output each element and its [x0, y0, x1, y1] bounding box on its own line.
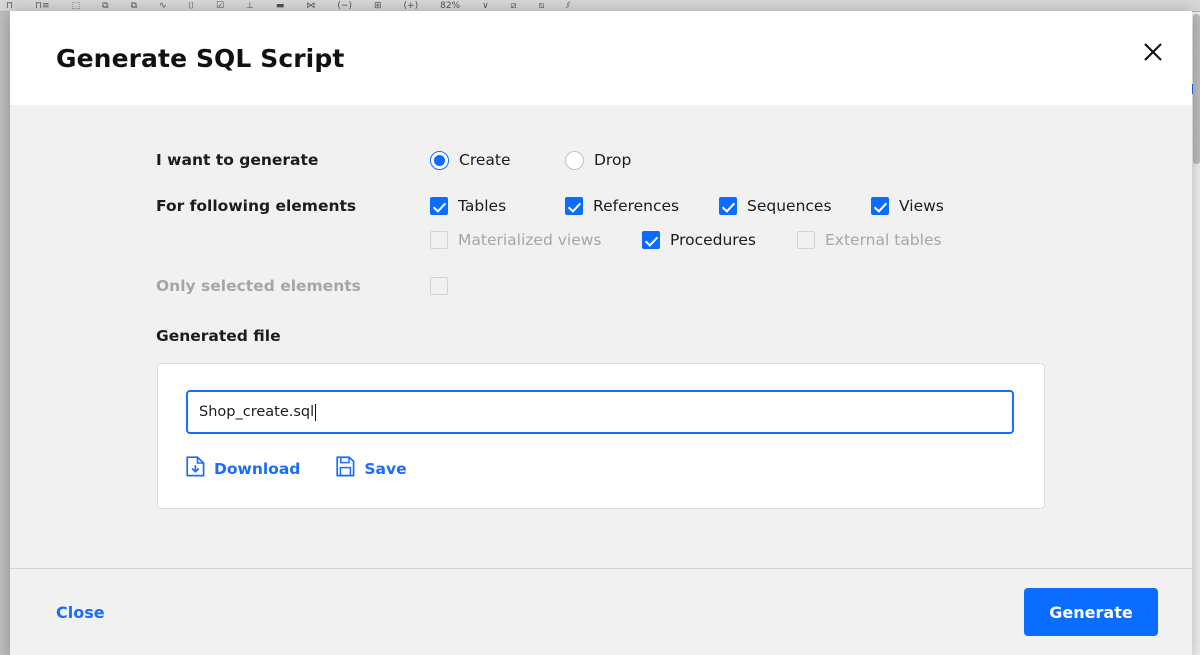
row-for-following-elements: For following elements Tables References… [10, 189, 1192, 223]
toolbar-icon-17: ⧅ [538, 1, 544, 11]
floppy-disk-save-icon [336, 456, 355, 481]
text-caret [315, 404, 316, 421]
background-vertical-scrollbar[interactable] [1193, 12, 1200, 645]
toolbar-icon-2: ⬚ [72, 1, 81, 11]
toolbar-icon-7: ☑ [216, 1, 224, 11]
checkbox-views-label: Views [899, 197, 944, 215]
checkbox-external-tables-label: External tables [825, 231, 942, 249]
scrollbar-thumb-vertical[interactable] [1193, 14, 1200, 164]
page-title: Generate SQL Script [56, 11, 344, 105]
checkbox-procedures-label: Procedures [670, 231, 756, 249]
toolbar-icon-16: ⧄ [511, 1, 517, 11]
generated-file-card: Shop_create.sql Download [157, 363, 1045, 509]
generate-sql-script-dialog: Generate SQL Script I want to generate C… [10, 11, 1192, 655]
toolbar-icon-5: ∿ [159, 1, 167, 11]
checkbox-option-external-tables: External tables [797, 231, 942, 249]
checkbox-option-only-selected [430, 277, 448, 295]
toolbar-icon-8: ⊥ [246, 1, 254, 11]
radio-drop-label: Drop [594, 151, 631, 169]
checkbox-option-sequences[interactable]: Sequences [719, 197, 871, 215]
file-actions: Download Save [186, 456, 1016, 481]
checkbox-materialized-views-label: Materialized views [458, 231, 601, 249]
dialog-footer: Close Generate [10, 569, 1192, 655]
toolbar-icon-9: ▬ [276, 1, 285, 11]
checkbox-option-tables[interactable]: Tables [430, 197, 565, 215]
checkbox-external-tables-indicator [797, 231, 815, 249]
toolbar-icon-4: ⧉ [131, 1, 137, 11]
radio-option-drop[interactable]: Drop [565, 151, 631, 170]
toolbar-icon-12: ⊞ [374, 1, 382, 11]
radio-group-generate-mode: Create Drop [430, 151, 631, 170]
save-button[interactable]: Save [336, 456, 406, 481]
toolbar-icon-10: ⋈ [306, 1, 315, 11]
label-for-following-elements: For following elements [156, 197, 430, 215]
radio-drop-indicator[interactable] [565, 151, 584, 170]
checkbox-tables-label: Tables [458, 197, 506, 215]
toolbar-zoom-level: 82% [440, 1, 460, 11]
toolbar-icon-13: (+) [404, 1, 419, 11]
checkbox-option-procedures[interactable]: Procedures [642, 231, 797, 249]
checkbox-option-views[interactable]: Views [871, 197, 944, 215]
checkbox-references-label: References [593, 197, 679, 215]
checkbox-tables-indicator[interactable] [430, 197, 448, 215]
checkbox-group-elements-line2: Materialized views Procedures External t… [430, 231, 942, 249]
row-for-following-elements-second: Materialized views Procedures External t… [10, 223, 1192, 257]
toolbar-icon-6: ⌷ [189, 1, 194, 11]
label-only-selected-elements: Only selected elements [156, 277, 430, 295]
toolbar-icon-18: ⫽ [566, 1, 570, 11]
checkbox-option-references[interactable]: References [565, 197, 719, 215]
checkbox-views-indicator[interactable] [871, 197, 889, 215]
spacer [10, 257, 1192, 269]
toolbar-icon-0: ⊓ [6, 1, 13, 11]
toolbar-icon-11: (−) [337, 1, 352, 11]
save-button-label: Save [364, 460, 406, 478]
checkbox-sequences-indicator[interactable] [719, 197, 737, 215]
close-icon[interactable] [1136, 35, 1170, 69]
checkbox-procedures-indicator[interactable] [642, 231, 660, 249]
filename-input-value: Shop_create.sql [199, 404, 314, 420]
download-file-icon [186, 456, 205, 481]
row-only-selected-elements: Only selected elements [10, 269, 1192, 303]
checkbox-only-selected-indicator [430, 277, 448, 295]
radio-option-create[interactable]: Create [430, 151, 565, 170]
checkbox-materialized-views-indicator [430, 231, 448, 249]
label-generated-file: Generated file [10, 327, 1192, 345]
label-i-want-to-generate: I want to generate [156, 151, 430, 169]
toolbar-icon-1: ⊓≡ [35, 1, 50, 11]
download-button[interactable]: Download [186, 456, 300, 481]
checkbox-sequences-label: Sequences [747, 197, 832, 215]
generate-button[interactable]: Generate [1024, 588, 1158, 636]
background-left-rail [0, 12, 10, 646]
checkbox-group-only-selected [430, 277, 448, 295]
dialog-header: Generate SQL Script [10, 11, 1192, 105]
radio-create-label: Create [459, 151, 511, 169]
radio-create-indicator[interactable] [430, 151, 449, 170]
toolbar-icon-3: ⧉ [102, 1, 108, 11]
spacer [10, 177, 1192, 189]
dialog-body: I want to generate Create Drop For follo… [10, 105, 1192, 569]
checkbox-group-elements-line1: Tables References Sequences Views [430, 197, 944, 215]
close-button[interactable]: Close [56, 603, 105, 622]
row-i-want-to-generate: I want to generate Create Drop [10, 143, 1192, 177]
checkbox-option-materialized-views: Materialized views [430, 231, 642, 249]
chevron-down-icon: ∨ [482, 1, 489, 11]
checkbox-references-indicator[interactable] [565, 197, 583, 215]
filename-input[interactable]: Shop_create.sql [186, 390, 1014, 434]
download-button-label: Download [214, 460, 300, 478]
